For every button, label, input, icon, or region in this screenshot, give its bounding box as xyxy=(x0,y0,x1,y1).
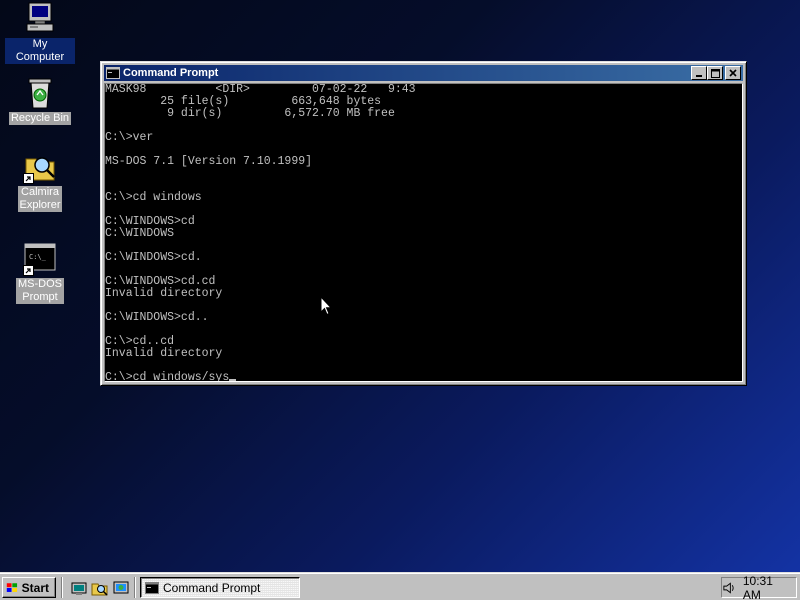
msdos-window-icon xyxy=(145,581,159,594)
windows-logo-icon xyxy=(6,582,18,592)
shortcut-arrow-icon xyxy=(23,173,34,184)
console-line: C:\>ver xyxy=(105,131,154,144)
text-caret xyxy=(229,379,237,381)
taskbar-separator xyxy=(61,577,63,598)
desktop-icon-label: Calmira Explorer xyxy=(17,186,63,212)
console-line: C:\WINDOWS>cd.. xyxy=(105,311,209,324)
close-icon xyxy=(729,69,737,77)
console-prompt-line[interactable]: C:\>cd windows/sys xyxy=(105,371,229,382)
shortcut-arrow-icon xyxy=(23,265,34,276)
desktop-icon-calmira-explorer[interactable]: Calmira Explorer xyxy=(5,150,75,212)
folder-search-icon xyxy=(23,150,57,184)
computer-icon xyxy=(23,2,57,36)
system-tray: 10:31 AM xyxy=(721,574,797,600)
taskbar-separator xyxy=(134,577,136,598)
msdos-window-icon xyxy=(106,67,120,79)
console-line: C:\WINDOWS>cd. xyxy=(105,251,202,264)
desktop-icon-my-computer[interactable]: My Computer xyxy=(5,2,75,64)
start-button[interactable]: Start xyxy=(2,577,56,598)
show-desktop-icon[interactable] xyxy=(70,579,88,597)
minimize-button[interactable] xyxy=(691,66,707,80)
console-output[interactable]: MASK98 <DIR> 07-02-22 9:43 25 file(s) 66… xyxy=(104,83,743,382)
maximize-icon xyxy=(710,68,720,78)
svg-text:C:\_: C:\_ xyxy=(29,253,47,261)
console-line: Invalid directory xyxy=(105,287,223,300)
maximize-button[interactable] xyxy=(707,66,723,80)
console-text: MASK98 <DIR> 07-02-22 9:43 25 file(s) 66… xyxy=(105,84,742,382)
command-prompt-window[interactable]: Command Prompt MASK98 <DIR> 07-02-22 9:4… xyxy=(100,61,747,386)
desktop-icon-label: My Computer xyxy=(5,38,75,64)
console-line: Invalid directory xyxy=(105,347,223,360)
console-line: C:\>cd windows xyxy=(105,191,202,204)
internet-quicklaunch-icon[interactable] xyxy=(112,579,130,597)
task-label: Command Prompt xyxy=(163,580,261,595)
console-line: MS-DOS 7.1 [Version 7.10.1999] xyxy=(105,155,313,168)
volume-icon[interactable] xyxy=(722,581,737,595)
taskbar-command-prompt-button[interactable]: Command Prompt xyxy=(140,577,300,598)
clock[interactable]: 10:31 AM xyxy=(743,574,790,600)
desktop-icon-label: Recycle Bin xyxy=(8,112,72,125)
desktop-icon-recycle-bin[interactable]: Recycle Bin xyxy=(5,76,75,125)
explorer-quicklaunch-icon[interactable] xyxy=(91,579,109,597)
console-line: C:\WINDOWS xyxy=(105,227,175,240)
console-line: 9 dir(s) 6,572.70 MB free xyxy=(105,107,395,120)
minimize-icon xyxy=(696,75,702,77)
desktop-icon-label: MS-DOS Prompt xyxy=(16,278,64,304)
recycle-bin-icon xyxy=(23,76,57,110)
msdos-icon: C:\_ xyxy=(23,242,57,276)
window-titlebar[interactable]: Command Prompt xyxy=(104,65,743,81)
desktop-icon-msdos-prompt[interactable]: C:\_ MS-DOS Prompt xyxy=(5,242,75,304)
taskbar: Start Command Prompt 10:31 AM xyxy=(0,572,800,600)
close-button[interactable] xyxy=(725,66,741,80)
window-title: Command Prompt xyxy=(123,67,219,79)
mouse-pointer-icon xyxy=(320,296,332,316)
start-label: Start xyxy=(21,580,49,595)
